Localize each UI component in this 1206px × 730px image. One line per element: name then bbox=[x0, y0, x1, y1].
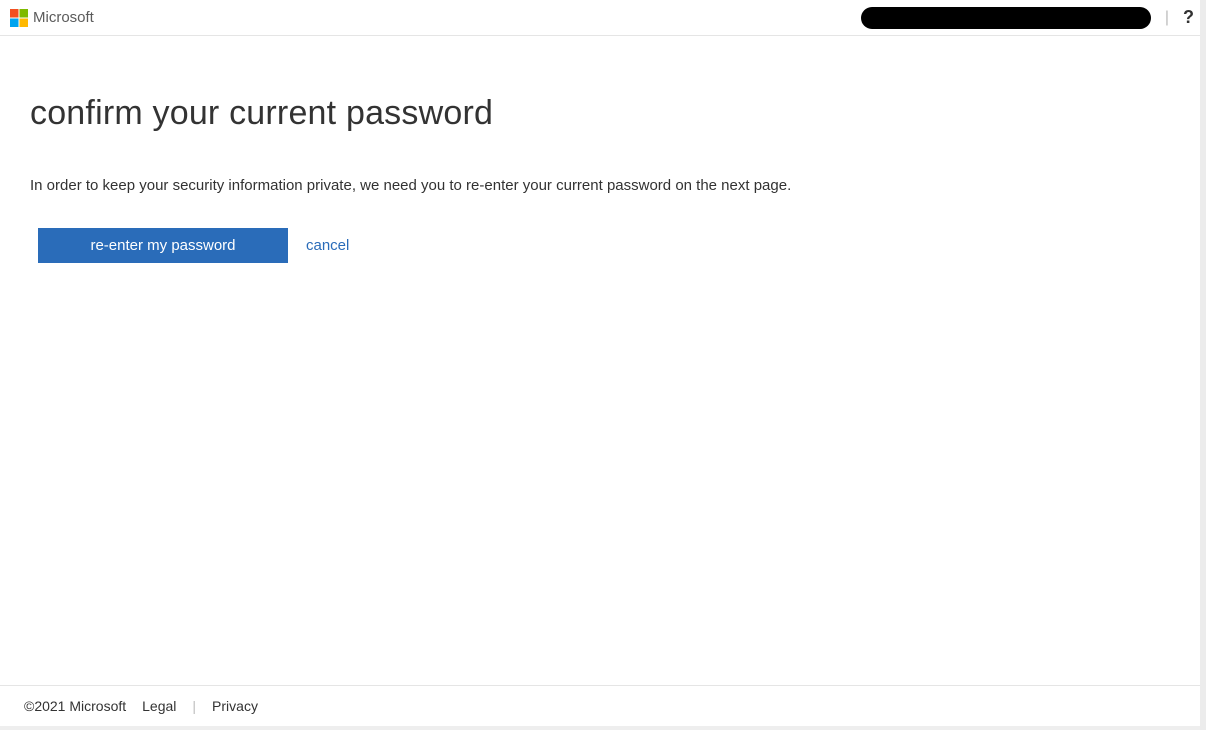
page-title: confirm your current password bbox=[30, 94, 1176, 133]
scrollbar-track bbox=[1200, 0, 1206, 730]
footer-legal-link[interactable]: Legal bbox=[142, 698, 176, 714]
footer-copyright: ©2021 Microsoft bbox=[24, 698, 126, 714]
footer-privacy-link[interactable]: Privacy bbox=[212, 698, 258, 714]
action-row: re-enter my password cancel bbox=[30, 228, 1176, 263]
footer-divider: | bbox=[192, 698, 196, 714]
account-info-redacted bbox=[861, 7, 1151, 29]
header: Microsoft | ? bbox=[0, 0, 1206, 36]
header-divider: | bbox=[1165, 9, 1169, 27]
microsoft-logo-icon bbox=[10, 9, 28, 27]
header-right: | ? bbox=[861, 7, 1194, 29]
brand-name: Microsoft bbox=[33, 9, 94, 26]
cancel-link[interactable]: cancel bbox=[306, 237, 349, 254]
description-text: In order to keep your security informati… bbox=[30, 177, 1176, 194]
reenter-password-button[interactable]: re-enter my password bbox=[38, 228, 288, 263]
help-icon[interactable]: ? bbox=[1183, 7, 1194, 28]
header-left: Microsoft bbox=[10, 9, 94, 27]
footer: ©2021 Microsoft Legal | Privacy bbox=[0, 685, 1206, 726]
page-bottom-strip bbox=[0, 726, 1206, 730]
main-content: confirm your current password In order t… bbox=[0, 36, 1206, 263]
